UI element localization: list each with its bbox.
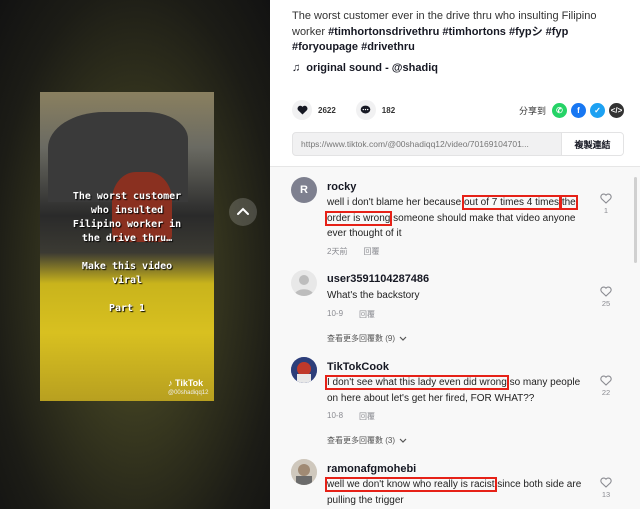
comment-date: 2天前 (327, 247, 348, 256)
heart-outline-icon[interactable] (600, 477, 612, 488)
avatar[interactable] (291, 357, 317, 383)
video-link-url[interactable]: https://www.tiktok.com/@00shadiqq12/vide… (293, 139, 561, 149)
heart-outline-icon[interactable] (600, 286, 612, 297)
comment-bubble-icon[interactable] (355, 100, 376, 120)
heart-outline-icon[interactable] (600, 375, 612, 386)
comment-like-count: 1 (603, 206, 609, 215)
whatsapp-icon[interactable]: ✆ (552, 102, 567, 118)
comment-like[interactable]: 25 (598, 286, 614, 308)
like-action[interactable]: 2622 (292, 100, 336, 120)
comment-meta: 10-9 回覆 (327, 309, 375, 320)
like-count: 2622 (318, 105, 336, 115)
hashtag[interactable]: #drivethru (361, 41, 415, 53)
sound-link[interactable]: ♫ original sound - @shadiq (292, 62, 438, 74)
view-more-replies[interactable]: 查看更多回覆數 (9) (327, 333, 407, 344)
comment-list: R rocky well i don't blame her because o… (270, 167, 640, 509)
video-overlay-part: Part 1 (108, 303, 146, 314)
chevron-up-icon (237, 207, 249, 215)
view-more-replies[interactable]: 查看更多回覆數 (3) (327, 435, 407, 446)
hashtag[interactable]: #fyp (546, 26, 569, 38)
tiktok-watermark-logo: ♪ TikTok (168, 378, 204, 388)
avatar[interactable] (291, 459, 317, 485)
reply-button[interactable]: 回覆 (359, 411, 375, 422)
comment-text: I don't see what this lady even did wron… (325, 375, 581, 404)
reply-button[interactable]: 回覆 (359, 309, 375, 320)
comment-like[interactable]: 13 (598, 477, 614, 499)
chevron-down-icon (399, 438, 407, 443)
comment-action[interactable]: 182 (355, 100, 396, 120)
heart-outline-icon[interactable] (600, 193, 612, 204)
embed-icon[interactable]: </> (609, 102, 624, 118)
comment-text: What's the backstory (327, 290, 420, 301)
copy-link-button[interactable]: 複製連結 (561, 133, 623, 155)
heart-icon[interactable] (292, 100, 312, 120)
tiktok-watermark-user: @00shadiqq12 (168, 390, 209, 396)
comment-like-count: 13 (601, 490, 611, 499)
highlight-box: out of 7 times 4 times (461, 195, 562, 210)
hashtag[interactable]: #timhortonsdrivethru (328, 26, 439, 38)
comment-username[interactable]: TikTokCook (327, 361, 389, 373)
action-bar: 2622 182 分享到 ✆ f ✓ </> (292, 98, 624, 122)
comment-count: 182 (381, 105, 396, 115)
comment-like-count: 22 (601, 388, 611, 397)
previous-video-button[interactable] (229, 198, 257, 226)
twitter-icon[interactable]: ✓ (590, 102, 605, 118)
highlight-box: I don't see what this lady even did wron… (325, 375, 509, 390)
comment-meta: 2天前 回覆 (327, 246, 379, 257)
comment-date: 10-8 (327, 411, 344, 420)
video-overlay-title: The worst customer who insulted Filipino… (72, 191, 182, 244)
chevron-down-icon (399, 336, 407, 341)
comment-date: 10-9 (327, 309, 344, 318)
music-note-icon: ♫ (292, 62, 301, 74)
comment-like[interactable]: 1 (598, 193, 614, 215)
facebook-icon[interactable]: f (571, 102, 586, 118)
comment-username[interactable]: ramonafgmohebi (327, 463, 416, 475)
video-frame[interactable]: The worst customer who insulted Filipino… (40, 92, 214, 401)
share-link-bar: https://www.tiktok.com/@00shadiqq12/vide… (292, 132, 624, 156)
video-player-area[interactable]: The worst customer who insulted Filipino… (0, 0, 270, 509)
comment-text: well i don't blame her because out of 7 … (325, 195, 578, 239)
comment-text: well we don't know who really is racist … (325, 477, 582, 506)
video-overlay-cta: Make this video viral (81, 261, 173, 286)
comment-meta: 10-8 回覆 (327, 411, 375, 422)
comment-like-count: 25 (601, 299, 611, 308)
reply-button[interactable]: 回覆 (363, 246, 379, 257)
comment-username[interactable]: user3591104287486 (327, 273, 429, 285)
hashtag[interactable]: #timhortons (442, 26, 506, 38)
video-description: The worst customer ever in the drive thr… (292, 10, 597, 53)
comment-username[interactable]: rocky (327, 181, 356, 193)
hashtag[interactable]: #fypシ (509, 26, 543, 38)
share-label: 分享到 (518, 105, 546, 116)
highlight-box: well we don't know who really is racist (325, 477, 497, 492)
avatar[interactable] (291, 270, 317, 296)
comment-like[interactable]: 22 (598, 375, 614, 397)
share-row: 分享到 ✆ f ✓ </> (518, 102, 624, 118)
detail-panel: The worst customer ever in the drive thr… (270, 0, 640, 509)
scrollbar[interactable] (634, 177, 637, 263)
avatar[interactable]: R (291, 177, 317, 203)
hashtag[interactable]: #foryoupage (292, 41, 358, 53)
